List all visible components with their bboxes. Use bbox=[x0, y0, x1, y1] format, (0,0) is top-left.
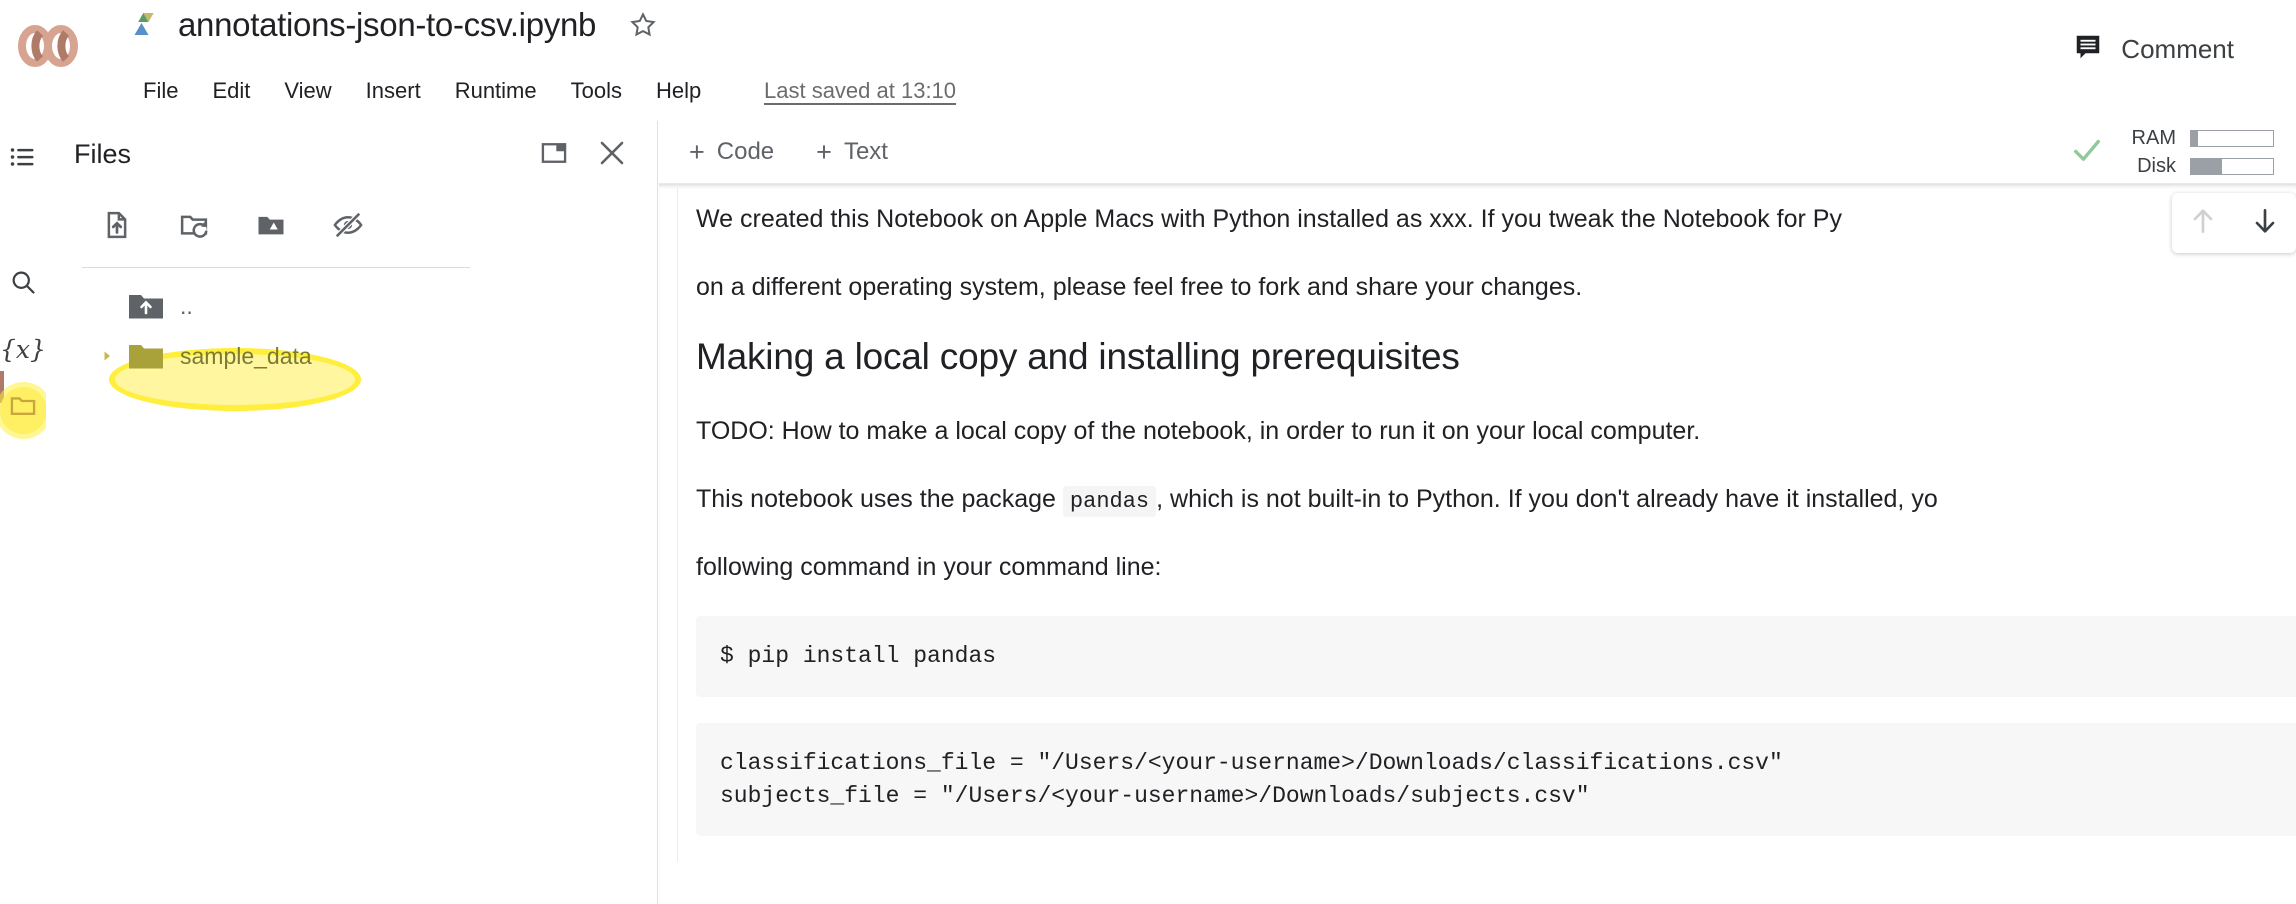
cell-navigation-toolbar bbox=[2172, 193, 2296, 253]
move-up-button[interactable] bbox=[2179, 199, 2227, 247]
folder-icon bbox=[9, 392, 37, 425]
notebook-cell-toolbar: + Code + Text RAM Disk bbox=[659, 121, 2296, 183]
mount-drive-button[interactable] bbox=[240, 200, 302, 254]
pandas-text-after: , which is not built-in to Python. If yo… bbox=[1156, 485, 1938, 513]
last-saved-status[interactable]: Last saved at 13:10 bbox=[764, 78, 956, 104]
file-tree-label: .. bbox=[180, 293, 193, 320]
file-tree-row-sample-data[interactable]: sample_data bbox=[46, 331, 658, 381]
add-code-label: Code bbox=[717, 138, 774, 166]
file-tree-row-parent[interactable]: .. bbox=[46, 281, 658, 331]
comment-icon bbox=[2073, 32, 2103, 67]
panel-layout-icon bbox=[540, 139, 568, 172]
top-bar: annotations-json-to-csv.ipynb File Edit … bbox=[0, 0, 2296, 121]
runtime-status-indicator[interactable]: RAM Disk bbox=[2070, 121, 2296, 183]
files-panel-toolbar bbox=[46, 193, 658, 261]
rail-item-variables[interactable]: {x} bbox=[0, 326, 46, 372]
folder-up-icon bbox=[128, 291, 164, 321]
google-drive-icon bbox=[133, 11, 164, 39]
rail-item-files[interactable] bbox=[0, 385, 46, 431]
refresh-folder-icon bbox=[179, 210, 209, 245]
pandas-paragraph-line1: This notebook uses the package pandas, w… bbox=[696, 480, 2296, 518]
code-line: classifications_file = "/Users/<your-use… bbox=[720, 747, 2291, 780]
menu-tools[interactable]: Tools bbox=[554, 74, 639, 108]
menu-edit[interactable]: Edit bbox=[195, 74, 267, 108]
disk-label: Disk bbox=[2120, 155, 2176, 178]
eye-off-icon bbox=[333, 210, 363, 245]
ram-meter bbox=[2190, 130, 2274, 147]
upload-file-icon bbox=[102, 210, 132, 245]
notebook-area: + Code + Text RAM Disk bbox=[659, 121, 2296, 904]
code-line: subjects_file = "/Users/<your-username>/… bbox=[720, 780, 2291, 813]
disk-meter-row: Disk bbox=[2120, 155, 2274, 178]
folder-icon bbox=[128, 341, 164, 371]
rail-item-table-of-contents[interactable] bbox=[0, 136, 46, 182]
variables-icon: {x} bbox=[0, 335, 46, 364]
close-icon bbox=[597, 138, 627, 173]
close-panel-button[interactable] bbox=[592, 135, 632, 175]
plus-icon: + bbox=[816, 139, 832, 166]
code-block-file-paths[interactable]: classifications_file = "/Users/<your-use… bbox=[696, 723, 2296, 836]
add-text-cell-button[interactable]: + Text bbox=[800, 132, 904, 172]
colab-logo[interactable] bbox=[14, 24, 82, 68]
refresh-folder-button[interactable] bbox=[163, 200, 225, 254]
menu-view[interactable]: View bbox=[267, 74, 348, 108]
page-title: annotations-json-to-csv.ipynb bbox=[178, 6, 596, 44]
ram-label: RAM bbox=[2120, 127, 2176, 150]
arrow-up-icon bbox=[2187, 205, 2219, 242]
intro-paragraph-line2: on a different operating system, please … bbox=[696, 268, 2296, 306]
plus-icon: + bbox=[689, 139, 705, 166]
star-outline-icon[interactable] bbox=[628, 10, 658, 40]
document-title-row: annotations-json-to-csv.ipynb bbox=[133, 6, 658, 44]
resource-meters: RAM Disk bbox=[2120, 127, 2274, 178]
toggle-hidden-files-button[interactable] bbox=[317, 200, 379, 254]
menu-insert[interactable]: Insert bbox=[349, 74, 438, 108]
menu-bar: File Edit View Insert Runtime Tools Help bbox=[126, 74, 718, 108]
files-panel-header: Files bbox=[46, 121, 658, 193]
menu-runtime[interactable]: Runtime bbox=[438, 74, 554, 108]
add-text-label: Text bbox=[844, 138, 888, 166]
left-rail: {x} bbox=[0, 121, 46, 904]
file-tree: .. sample_data bbox=[46, 281, 658, 381]
menu-file[interactable]: File bbox=[126, 74, 195, 108]
search-icon bbox=[9, 268, 37, 301]
files-panel-title: Files bbox=[74, 139, 131, 170]
chevron-right-icon[interactable] bbox=[94, 350, 120, 362]
files-panel-header-actions bbox=[534, 135, 632, 175]
notebook-scroll-region[interactable]: We created this Notebook on Apple Macs w… bbox=[659, 183, 2296, 904]
list-icon bbox=[9, 143, 37, 176]
panel-layout-button[interactable] bbox=[534, 135, 574, 175]
add-code-cell-button[interactable]: + Code bbox=[673, 132, 790, 172]
files-toolbar-divider bbox=[82, 267, 470, 268]
code-line: $ pip install pandas bbox=[720, 640, 2291, 673]
comment-label: Comment bbox=[2121, 34, 2234, 65]
todo-paragraph: TODO: How to make a local copy of the no… bbox=[696, 412, 2296, 450]
files-panel: Files bbox=[46, 121, 658, 904]
menu-help[interactable]: Help bbox=[639, 74, 718, 108]
ram-meter-row: RAM bbox=[2120, 127, 2274, 150]
code-block-pip-install[interactable]: $ pip install pandas bbox=[696, 616, 2296, 697]
move-down-button[interactable] bbox=[2241, 199, 2289, 247]
comment-button[interactable]: Comment bbox=[2063, 26, 2244, 73]
file-tree-label: sample_data bbox=[180, 343, 312, 370]
upload-file-button[interactable] bbox=[86, 200, 148, 254]
disk-meter bbox=[2190, 158, 2274, 175]
intro-paragraph-line1: We created this Notebook on Apple Macs w… bbox=[696, 200, 2296, 238]
arrow-down-icon bbox=[2249, 205, 2281, 242]
inline-code-pandas: pandas bbox=[1063, 486, 1156, 517]
notebook-cells: We created this Notebook on Apple Macs w… bbox=[677, 184, 2296, 862]
checkmark-icon bbox=[2070, 133, 2104, 172]
section-heading: Making a local copy and installing prere… bbox=[696, 336, 2296, 378]
mount-drive-icon bbox=[256, 210, 286, 245]
pandas-text-before: This notebook uses the package bbox=[696, 485, 1056, 513]
rail-item-search[interactable] bbox=[0, 261, 46, 307]
pandas-paragraph-line2: following command in your command line: bbox=[696, 548, 2296, 586]
